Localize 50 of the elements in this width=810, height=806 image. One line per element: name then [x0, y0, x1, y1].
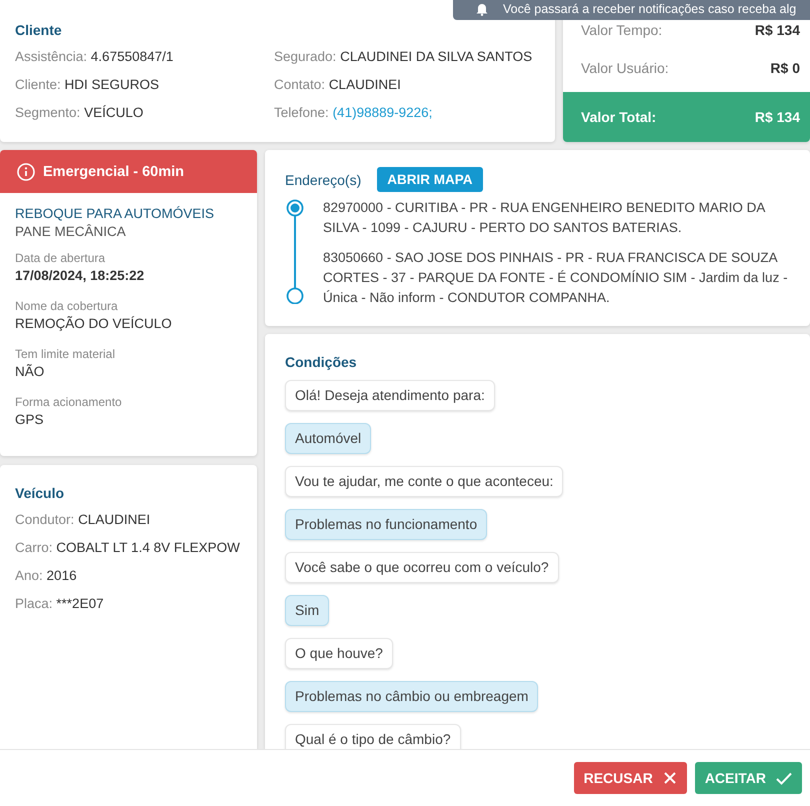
priority-label: Emergencial - 60min	[43, 164, 184, 180]
answer-bubble: Sim	[285, 595, 330, 626]
value-label: Valor Usuário:	[581, 60, 669, 76]
answer-bubble: Automóvel	[285, 423, 372, 454]
info-line: Cliente: HDI SEGUROS	[15, 76, 160, 94]
info-line: Segurado: CLAUDINEI DA SILVA SANTOS	[274, 48, 534, 66]
detail-value: NÃO	[15, 363, 46, 381]
answer-bubble: Problemas no funcionamento	[285, 509, 488, 540]
section-title: Veículo	[15, 485, 66, 501]
question-bubble: Olá! Deseja atendimento para:	[285, 380, 495, 411]
notification-text: Você passará a receber notificações caso receba alg	[503, 2, 796, 16]
info-line: Telefone: (41)98889-9226;	[274, 104, 434, 122]
question-bubble: Qual é o tipo de câmbio?	[285, 724, 461, 749]
question-bubble: Vou te ajudar, me conte o que aconteceu:	[285, 466, 564, 497]
info-line: Carro: COBALT LT 1.4 8V FLEXPOW	[15, 539, 241, 557]
detail-label: Forma acionamento	[15, 394, 123, 410]
section-title: Condições	[285, 354, 358, 370]
open-map-button[interactable]: ABRIR MAPA	[377, 167, 483, 192]
detail-value: 17/08/2024, 18:25:22	[15, 267, 146, 285]
value-label: Valor Tempo:	[581, 22, 662, 38]
total-amount: R$ 134	[754, 109, 800, 125]
info-line: Contato: CLAUDINEI	[274, 76, 402, 94]
section-title: Cliente	[15, 22, 63, 38]
detail-label: Data de abertura	[15, 250, 106, 266]
info-icon	[17, 162, 35, 180]
bell-icon	[475, 2, 489, 16]
detail-value: GPS	[15, 411, 45, 429]
detail-label: Tem limite material	[15, 346, 116, 362]
info-line: Condutor: CLAUDINEI	[15, 511, 152, 529]
service-title: REBOQUE PARA AUTOMÓVEIS	[15, 205, 216, 222]
address-text: 82970000 - CURITIBA - PR - RUA ENGENHEIRO BENEDITO MARIO DA SILVA - 1099 - CAJURU - PERTO DO SANTOS BATERIAS.	[323, 199, 766, 237]
info-line: Placa: ***2E07	[15, 595, 105, 613]
question-bubble: Você sabe o que ocorreu com o veículo?	[285, 552, 559, 583]
answer-bubble: Problemas no câmbio ou embreagem	[285, 681, 538, 712]
section-title: Endereço(s)	[285, 172, 362, 188]
accept-button[interactable]: ACEITAR	[694, 762, 802, 794]
info-line: Ano: 2016	[15, 567, 78, 585]
total-label: Valor Total:	[581, 109, 656, 125]
detail-label: Nome da cobertura	[15, 298, 119, 314]
info-line: Assistência: 4.67550847/1	[15, 48, 174, 66]
close-icon	[662, 771, 677, 785]
service-subtitle: PANE MECÂNICA	[15, 223, 127, 241]
value-amount: R$ 134	[754, 22, 800, 38]
value-amount: R$ 0	[770, 60, 800, 76]
check-icon	[776, 772, 792, 784]
question-bubble: O que houve?	[285, 638, 393, 669]
info-line: Segmento: VEÍCULO	[15, 104, 144, 122]
detail-value: REMOÇÃO DO VEÍCULO	[15, 315, 173, 333]
address-text: 83050660 - SAO JOSE DOS PINHAIS - PR - RUA FRANCISCA DE SOUZA CORTES - 37 - PARQUE DA FONTE - É CONDOMÍNIO SIM - Jardim da luz - Única - Não inform - CONDUTOR COMPANHA.	[323, 249, 789, 307]
reject-button[interactable]: RECUSAR	[574, 762, 687, 794]
